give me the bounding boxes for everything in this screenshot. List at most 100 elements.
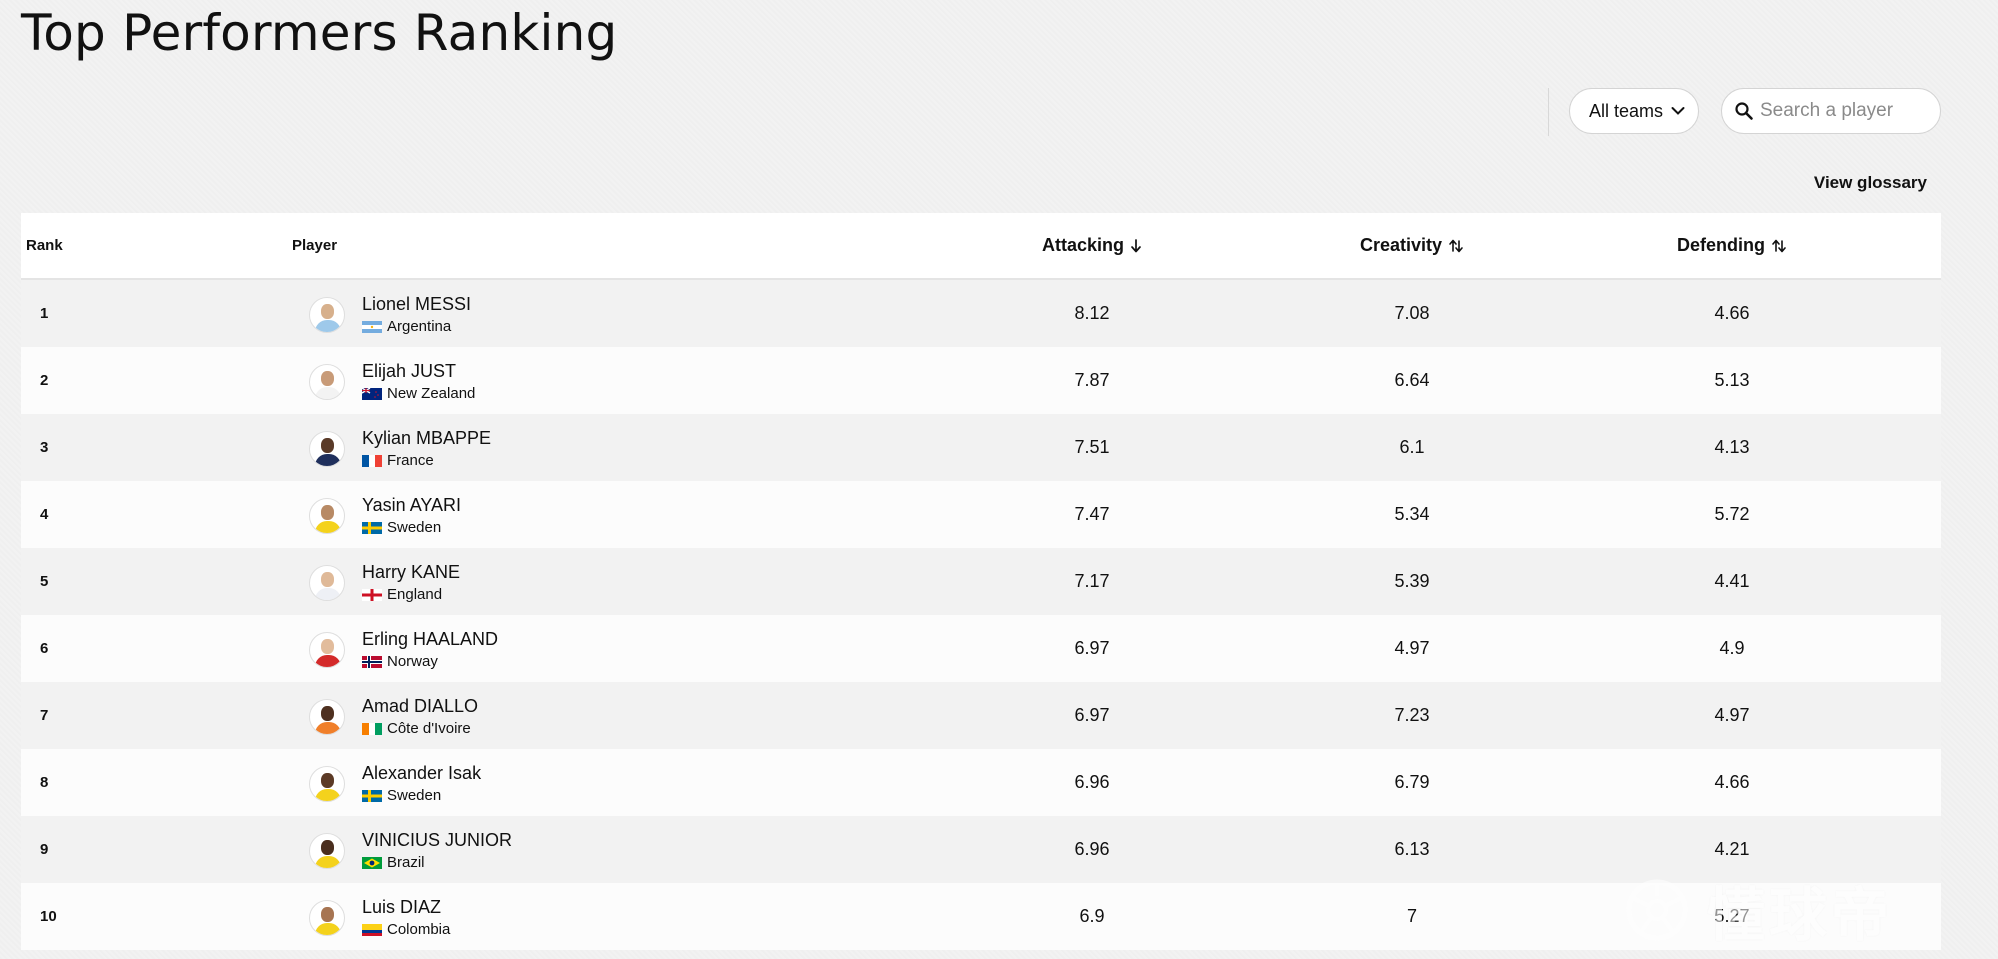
avatar-head <box>321 772 334 788</box>
avatar-shirt <box>315 654 341 667</box>
player-cell[interactable]: Luis DIAZ Colombia <box>292 896 932 938</box>
table-row[interactable]: 8 Alexander Isak Sweden 6.96 6.79 4.66 <box>21 749 1941 816</box>
player-name[interactable]: Amad DIALLO <box>362 695 478 717</box>
avatar-shirt <box>315 587 341 600</box>
attacking-cell: 8.12 <box>1074 303 1110 323</box>
creativity-cell: 6.1 <box>1399 437 1425 457</box>
nation-name: Argentina <box>387 317 452 335</box>
defending-cell: 4.97 <box>1714 705 1750 725</box>
attacking-cell: 6.9 <box>1079 906 1105 926</box>
table-row[interactable]: 7 Amad DIALLO Côte d'Ivoire 6.97 7.23 4.97 <box>21 682 1941 749</box>
player-info: Luis DIAZ Colombia <box>362 896 450 938</box>
player-avatar <box>309 765 345 802</box>
flag-arg-icon <box>362 320 382 333</box>
player-info: Yasin AYARI Sweden <box>362 494 461 536</box>
attacking-cell: 7.47 <box>1074 504 1110 524</box>
player-cell[interactable]: Alexander Isak Sweden <box>292 762 932 804</box>
avatar-head <box>321 370 334 386</box>
flag-swe-icon <box>362 521 382 534</box>
column-header-creativity[interactable]: Creativity <box>1252 235 1572 256</box>
defending-cell: 4.66 <box>1714 303 1750 323</box>
view-glossary-link[interactable]: View glossary <box>1814 173 1927 193</box>
team-filter-label: All teams <box>1589 100 1664 121</box>
player-info: Amad DIALLO Côte d'Ivoire <box>362 695 478 737</box>
player-avatar <box>309 296 345 333</box>
watermark-text: 懂球帝 <box>1707 883 1894 948</box>
defending-cell: 4.13 <box>1714 437 1750 457</box>
player-cell[interactable]: Erling HAALAND Norway <box>292 628 932 670</box>
player-info: Erling HAALAND Norway <box>362 628 498 670</box>
player-cell[interactable]: Elijah JUST New Zealand <box>292 360 932 402</box>
creativity-cell: 7.08 <box>1394 303 1430 323</box>
player-nation: Argentina <box>362 318 471 335</box>
nation-name: Colombia <box>387 920 451 938</box>
column-header-defending[interactable]: Defending <box>1572 235 1892 256</box>
player-nation: England <box>362 586 460 603</box>
player-name[interactable]: Erling HAALAND <box>362 628 498 650</box>
creativity-cell: 6.79 <box>1394 772 1430 792</box>
table-row[interactable]: 6 Erling HAALAND Norway 6.97 4.97 4.9 <box>21 615 1941 682</box>
player-avatar <box>309 430 345 467</box>
attacking-cell: 7.51 <box>1074 437 1110 457</box>
player-cell[interactable]: Amad DIALLO Côte d'Ivoire <box>292 695 932 737</box>
attacking-cell: 6.96 <box>1074 772 1110 792</box>
creativity-cell: 5.34 <box>1394 504 1430 524</box>
creativity-cell: 7.23 <box>1394 705 1430 725</box>
nation-name: Sweden <box>387 786 442 804</box>
table-row[interactable]: 5 Harry KANE England 7.17 5.39 4.41 <box>21 548 1941 615</box>
column-header-attacking[interactable]: Attacking <box>932 235 1252 256</box>
rank-cell: 1 <box>40 305 49 322</box>
flag-civ-icon <box>362 722 382 735</box>
avatar-head <box>321 504 334 520</box>
rank-cell: 8 <box>40 774 49 791</box>
player-name[interactable]: Luis DIAZ <box>362 896 450 918</box>
player-name[interactable]: Lionel MESSI <box>362 293 471 315</box>
player-info: Alexander Isak Sweden <box>362 762 481 804</box>
player-nation: Sweden <box>362 519 461 536</box>
avatar-head <box>321 303 334 319</box>
player-name[interactable]: Elijah JUST <box>362 360 475 382</box>
player-avatar <box>309 363 345 400</box>
creativity-cell: 6.64 <box>1394 370 1430 390</box>
avatar-shirt <box>315 855 341 868</box>
sort-toggle-icon[interactable] <box>1771 238 1787 254</box>
player-name[interactable]: Kylian MBAPPE <box>362 427 491 449</box>
player-info: Elijah JUST New Zealand <box>361 360 476 402</box>
player-nation: New Zealand <box>361 384 476 402</box>
player-name[interactable]: Yasin AYARI <box>362 494 461 516</box>
player-name[interactable]: Alexander Isak <box>362 762 481 784</box>
player-nation: Norway <box>362 653 498 670</box>
chevron-down-icon <box>1671 106 1685 116</box>
nation-name: New Zealand <box>387 384 476 402</box>
nation-name: France <box>387 451 434 469</box>
table-row[interactable]: 3 Kylian MBAPPE France 7.51 6.1 4.13 <box>21 414 1941 481</box>
nation-name: Côte d'Ivoire <box>387 719 471 737</box>
avatar-shirt <box>315 922 341 935</box>
player-name[interactable]: VINICIUS JUNIOR <box>362 829 512 851</box>
player-name[interactable]: Harry KANE <box>362 561 460 583</box>
player-info: Harry KANE England <box>362 561 460 603</box>
player-cell[interactable]: Yasin AYARI Sweden <box>292 494 932 536</box>
sort-descending-icon[interactable] <box>1130 238 1142 253</box>
table-row[interactable]: 4 Yasin AYARI Sweden 7.47 5.34 5.72 <box>21 481 1941 548</box>
player-search[interactable] <box>1721 88 1941 134</box>
column-header-defending-label: Defending <box>1677 235 1765 255</box>
creativity-cell: 6.13 <box>1394 839 1430 859</box>
defending-cell: 5.72 <box>1714 504 1750 524</box>
sort-toggle-icon[interactable] <box>1448 238 1464 254</box>
player-cell[interactable]: Harry KANE England <box>292 561 932 603</box>
flag-bra-icon <box>362 856 382 869</box>
avatar-head <box>321 437 334 453</box>
player-cell[interactable]: Lionel MESSI Argentina <box>292 293 932 335</box>
table-row[interactable]: 1 Lionel MESSI Argentina 8.12 7.08 4.66 <box>21 280 1941 347</box>
player-cell[interactable]: VINICIUS JUNIOR Brazil <box>292 829 932 871</box>
nation-name: Brazil <box>387 853 425 871</box>
flag-nzl-icon <box>361 387 382 400</box>
team-filter-dropdown[interactable]: All teams <box>1569 88 1699 134</box>
avatar-shirt <box>315 788 341 801</box>
player-avatar <box>309 698 345 735</box>
avatar-shirt <box>315 319 341 332</box>
table-row[interactable]: 2 Elijah JUST New Zealand 7.87 6.64 5.13 <box>21 347 1941 414</box>
search-input[interactable] <box>1760 100 1930 122</box>
player-cell[interactable]: Kylian MBAPPE France <box>292 427 932 469</box>
